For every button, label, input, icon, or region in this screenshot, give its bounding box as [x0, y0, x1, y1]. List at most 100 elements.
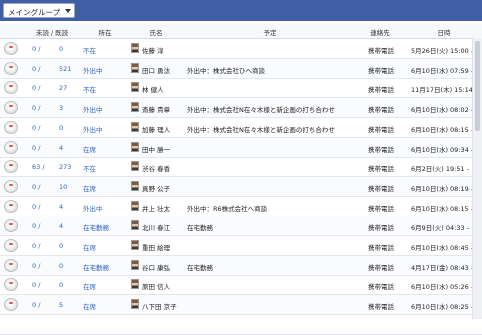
member-name[interactable]: 田中 勝一: [142, 144, 170, 154]
read-count[interactable]: 4: [59, 203, 63, 211]
user-photo: [131, 102, 139, 113]
table-row[interactable]: 0 / 0 在席 原田 信人 携帯電話 6月10日(水) 05:26 -: [0, 275, 482, 296]
member-name[interactable]: 原田 信人: [142, 281, 170, 291]
read-count[interactable]: 0: [59, 45, 63, 53]
avatar-icon[interactable]: [4, 258, 18, 272]
avatar-icon[interactable]: [4, 239, 18, 252]
header-name[interactable]: 氏名: [150, 27, 163, 37]
avatar-icon[interactable]: [4, 61, 18, 75]
member-name[interactable]: 斎藤 貴章: [142, 104, 170, 114]
avatar-icon[interactable]: [4, 219, 18, 233]
member-name[interactable]: 渋谷 春香: [142, 163, 170, 173]
avatar-icon[interactable]: [4, 199, 18, 213]
contact-text: 携帯電話: [368, 303, 394, 312]
member-name[interactable]: 真野 公子: [142, 183, 170, 193]
unread-count[interactable]: 0 /: [32, 222, 40, 230]
avatar-icon[interactable]: [4, 42, 18, 55]
status-datetime: 6月10日(水) 05:26 -: [411, 283, 474, 292]
table-row[interactable]: 63 / 273 不在 渋谷 春香 携帯電話 6月2日(火) 19:51 -: [0, 157, 482, 178]
header-unread-read[interactable]: 未読 / 既読: [36, 27, 68, 37]
avatar-icon[interactable]: [4, 298, 18, 312]
avatar-icon[interactable]: [4, 120, 18, 134]
member-name[interactable]: 重田 絵理: [142, 242, 170, 252]
unread-count[interactable]: 0 /: [32, 45, 40, 53]
read-count[interactable]: 5: [59, 301, 63, 309]
read-count[interactable]: 0: [59, 124, 63, 132]
table-row[interactable]: 0 / 521 外出中 田口 勇汰 外出中：株式会社ひへ商談 携帯電話 6月10日(水) 0…: [0, 58, 482, 79]
unread-count[interactable]: 0 /: [32, 242, 40, 250]
status-datetime: 6月2日(火) 19:51 -: [411, 165, 470, 174]
read-count[interactable]: 27: [59, 84, 67, 92]
table-row[interactable]: 0 / 0 在宅勤務 谷口 康弘 在宅勤務 携帯電話 4月17日(金) 08:43 -: [0, 255, 482, 276]
header-contact[interactable]: 連絡先: [370, 27, 390, 37]
status-text: 外出中: [83, 106, 103, 115]
schedule-text: 在宅勤務: [187, 263, 213, 272]
group-select[interactable]: メイングループ: [3, 3, 75, 18]
member-name[interactable]: 佐藤 淳: [142, 45, 164, 55]
avatar-icon[interactable]: [4, 101, 18, 115]
status-text: 在席: [83, 244, 96, 252]
avatar-icon[interactable]: [4, 140, 18, 154]
header-datetime[interactable]: 日時: [438, 27, 451, 37]
contact-text: 携帯電話: [368, 106, 394, 115]
table-row[interactable]: 0 / 0 在席 重田 絵理 携帯電話 6月10日(水) 08:45 -: [0, 236, 482, 256]
unread-count[interactable]: 0 /: [32, 144, 40, 152]
unread-count[interactable]: 0 /: [32, 183, 40, 191]
unread-count[interactable]: 0 /: [32, 65, 40, 73]
scrollbar[interactable]: [472, 38, 482, 319]
table-row[interactable]: 0 / 0 外出中 加藤 理人 外出中：株式会社N在々木様と新企画の打ち合わせ 携帯電話 6…: [0, 118, 482, 138]
scrollbar-thumb[interactable]: [475, 41, 480, 131]
member-name[interactable]: 田口 勇汰: [142, 65, 170, 75]
unread-count[interactable]: 0 /: [32, 301, 40, 309]
status-datetime: 6月10日(水) 08:25 -: [411, 303, 474, 312]
schedule-text: 外出中：R6株式会社へ商談: [187, 204, 268, 213]
unread-count[interactable]: 0 /: [32, 203, 40, 211]
status-datetime: 6月10日(水) 08:19 -: [411, 184, 474, 193]
table-row[interactable]: 0 / 10 在席 真野 公子 携帯電話 6月10日(水) 08:19 -: [0, 176, 482, 197]
member-name[interactable]: 井上 壮太: [142, 203, 170, 213]
avatar-icon[interactable]: [4, 160, 18, 174]
table-row[interactable]: [0, 315, 482, 335]
read-count[interactable]: 0: [59, 242, 63, 250]
read-count[interactable]: 3: [59, 104, 63, 112]
read-count[interactable]: 10: [59, 183, 67, 191]
table-row[interactable]: 0 / 27 不在 林 健人 携帯電話 11月17日(木) 15:14 -: [0, 78, 482, 99]
table-row[interactable]: 0 / 0 不在 佐藤 淳 携帯電話 5月26日(火) 15:00 -: [0, 39, 482, 59]
read-count[interactable]: 0: [59, 262, 63, 270]
read-count[interactable]: 4: [59, 222, 63, 230]
unread-count[interactable]: 0 /: [32, 104, 40, 112]
unread-count[interactable]: 0 /: [32, 124, 40, 132]
status-text: 在席: [83, 283, 96, 292]
read-count[interactable]: 273: [59, 163, 71, 171]
group-select-value: メイングループ: [8, 8, 61, 17]
avatar-icon[interactable]: [4, 81, 18, 95]
unread-count[interactable]: 63 /: [32, 163, 45, 171]
table-row[interactable]: 0 / 4 在席 田中 勝一 携帯電話 6月10日(水) 09:34 -: [0, 137, 482, 158]
user-photo: [131, 180, 139, 191]
table-row[interactable]: 0 / 3 外出中 斎藤 貴章 外出中：株式会社N在々木様と新企画の打ち合わせ 携帯電話 6…: [0, 98, 482, 119]
unread-count[interactable]: 0 /: [32, 262, 40, 270]
avatar-icon[interactable]: [4, 179, 18, 193]
avatar-icon[interactable]: [4, 278, 18, 292]
member-name[interactable]: 八下田 京子: [142, 301, 177, 311]
read-count[interactable]: 4: [59, 144, 63, 152]
header-status[interactable]: 所在: [99, 27, 112, 37]
read-count[interactable]: 521: [59, 65, 71, 73]
table-row[interactable]: 0 / 5 在席 八下田 京子 携帯電話 6月10日(水) 08:25 -: [0, 295, 482, 316]
member-name[interactable]: 北川 春江: [142, 222, 170, 232]
contact-text: 携帯電話: [368, 145, 394, 154]
header-schedule[interactable]: 予定: [264, 27, 277, 37]
schedule-text: 外出中：株式会社ひへ商談: [187, 66, 265, 75]
read-count[interactable]: 0: [59, 281, 63, 289]
contact-text: 携帯電話: [368, 204, 394, 213]
member-name[interactable]: 林 健人: [142, 84, 164, 94]
table-row[interactable]: 0 / 4 外出中 井上 壮太 外出中：R6株式会社へ商談 携帯電話 6月10日(水) 08…: [0, 197, 482, 217]
contact-text: 携帯電話: [368, 224, 394, 233]
user-photo: [131, 82, 139, 93]
unread-count[interactable]: 0 /: [32, 281, 40, 289]
table-row[interactable]: 0 / 4 在宅勤務 北川 春江 在宅勤務 携帯電話 6月9日(火) 04:33 -: [0, 216, 482, 237]
unread-count[interactable]: 0 /: [32, 84, 40, 92]
member-name[interactable]: 加藤 理人: [142, 124, 170, 134]
member-name[interactable]: 谷口 康弘: [142, 262, 170, 272]
user-photo: [131, 240, 139, 250]
